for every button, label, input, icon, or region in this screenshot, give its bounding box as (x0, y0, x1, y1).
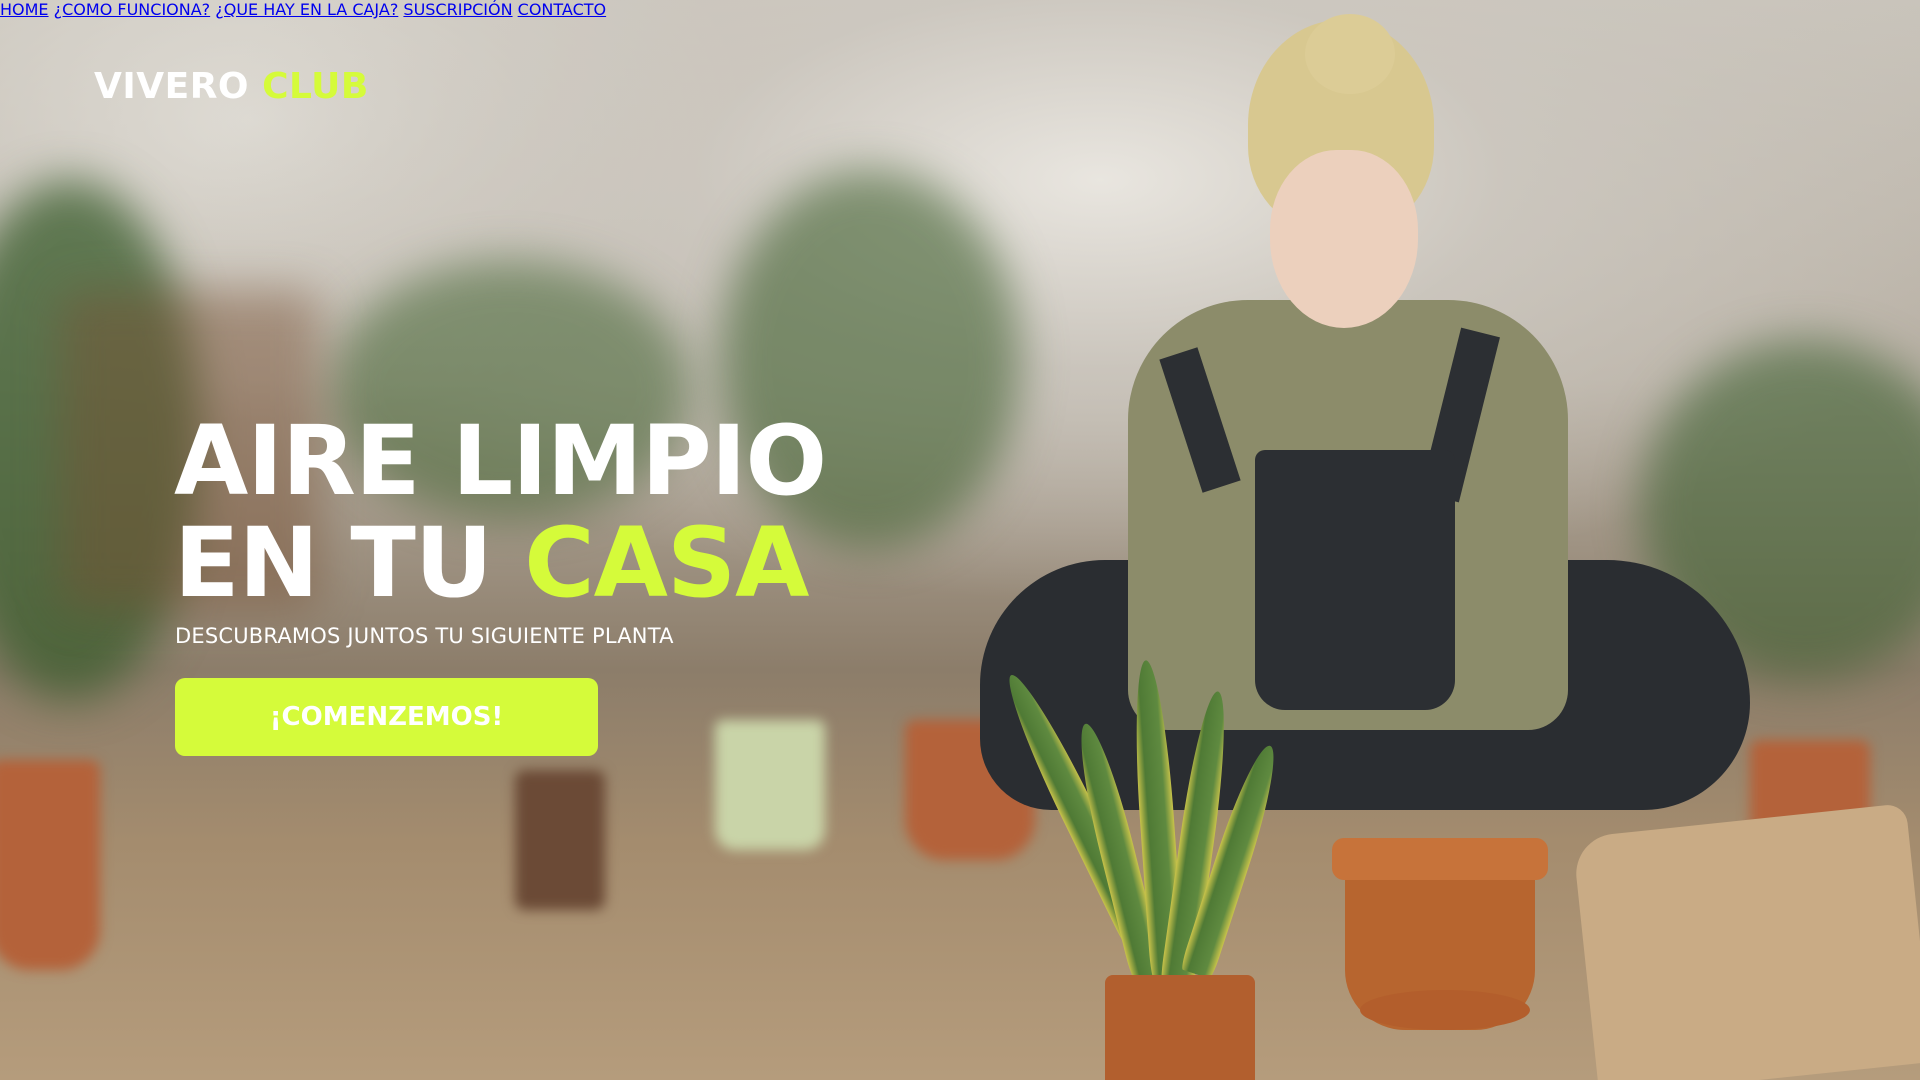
nav-item-contacto[interactable]: CONTACTO (518, 0, 606, 19)
hero-title-accent: CASA (524, 507, 809, 619)
site-logo[interactable]: VIVERO CLUB (94, 66, 369, 107)
paper-bag (1572, 803, 1920, 1080)
landing-page: VIVERO CLUB HOME ¿COMO FUNCIONA? ¿QUE HA… (0, 0, 1920, 1080)
background-pot (0, 760, 100, 970)
nav-item-home[interactable]: HOME (0, 0, 49, 19)
hero-photo-woman-potting-plant (980, 0, 1920, 1080)
hero-title-line2-prefix: EN TU (174, 507, 493, 619)
pot-saucer (1360, 990, 1530, 1030)
hero-subtitle: DESCUBRAMOS JUNTOS TU SIGUIENTE PLANTA (175, 624, 674, 648)
terracotta-pot-rim (1332, 838, 1548, 880)
nav-item-suscripcion[interactable]: SUSCRIPCIÓN (403, 0, 512, 19)
background-pot (715, 720, 825, 850)
snake-plant-pot (1105, 975, 1255, 1080)
logo-accent-text: CLUB (262, 66, 369, 107)
subject-hair-bun (1305, 14, 1395, 94)
logo-text: VIVERO (94, 66, 250, 107)
subject-face (1270, 150, 1418, 328)
hero-title: AIRE LIMPIO EN TU CASA (174, 410, 827, 614)
nav-item-como-funciona[interactable]: ¿COMO FUNCIONA? (54, 0, 211, 19)
hero-title-line1: AIRE LIMPIO (174, 405, 827, 517)
start-button[interactable]: ¡COMENZEMOS! (175, 678, 598, 756)
nav-item-que-hay-en-la-caja[interactable]: ¿QUE HAY EN LA CAJA? (215, 0, 398, 19)
watering-can (515, 770, 605, 910)
subject-overalls (1255, 450, 1455, 710)
